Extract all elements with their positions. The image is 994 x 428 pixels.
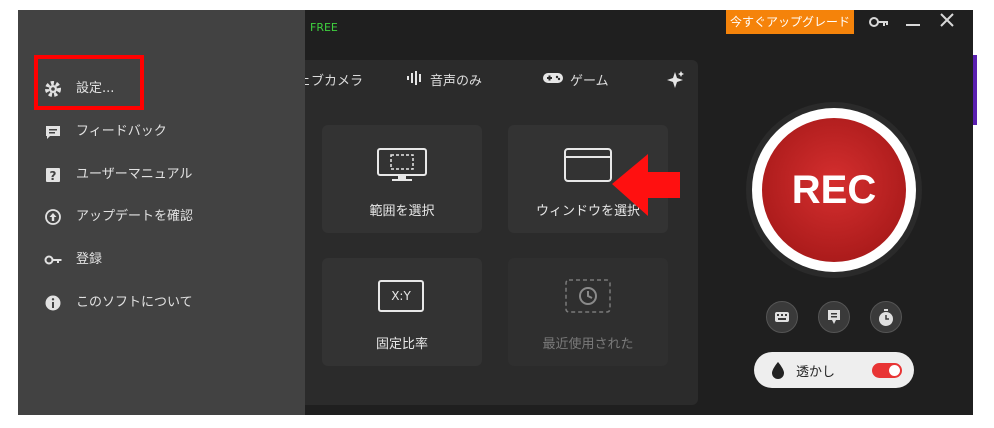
app-window: FREE 今すぐアップグレード ェブカメラ 音声のみ ゲーム 範囲を選択 ウィン… <box>18 10 973 415</box>
mode-tab-audio[interactable]: 音声のみ <box>406 70 482 89</box>
mode-tab-game[interactable]: ゲーム <box>542 70 609 89</box>
close-icon[interactable] <box>936 12 958 34</box>
region-select-icon <box>376 147 428 187</box>
capture-mode-card: ェブカメラ 音声のみ ゲーム 範囲を選択 ウィンドウを選択 X:Y 固定比率 最… <box>288 60 698 405</box>
edge-strip <box>973 55 977 125</box>
menu-item-user-manual[interactable]: ? ユーザーマニュアル <box>44 164 192 186</box>
key-icon <box>44 251 62 269</box>
annotation-arrow-icon <box>608 150 688 230</box>
sidebar-menu: 設定... フィードバック ? ユーザーマニュアル アップデートを確認 登録 こ… <box>18 10 305 415</box>
menu-item-check-update[interactable]: アップデートを確認 <box>44 206 193 228</box>
tile-recent[interactable]: 最近使用された <box>508 258 668 366</box>
tile-region-select[interactable]: 範囲を選択 <box>322 125 482 233</box>
free-badge: FREE <box>310 21 338 34</box>
mode-label: ェブカメラ <box>298 74 364 89</box>
upgrade-button[interactable]: 今すぐアップグレード <box>726 10 854 34</box>
tile-label: 固定比率 <box>375 337 428 352</box>
watermark-label: 透かし <box>796 365 836 380</box>
help-icon: ? <box>44 166 62 184</box>
keyboard-button[interactable] <box>766 301 798 333</box>
rec-button-ring: REC <box>752 108 916 272</box>
window-select-icon <box>563 147 613 187</box>
comment-icon <box>828 310 840 324</box>
feedback-icon <box>44 123 62 141</box>
menu-item-about[interactable]: このソフトについて <box>44 292 193 314</box>
watermark-toggle-bar[interactable]: 透かし <box>754 352 914 388</box>
menu-item-register[interactable]: 登録 <box>44 249 102 271</box>
watermark-toggle-switch[interactable] <box>872 363 902 378</box>
keyboard-icon <box>775 312 789 322</box>
rec-button-frame: REC <box>746 102 922 278</box>
menu-item-label: アップデートを確認 <box>76 209 194 224</box>
menu-item-label: ユーザーマニュアル <box>76 167 193 182</box>
recent-icon <box>564 278 612 318</box>
rec-button[interactable]: REC <box>762 118 906 262</box>
mode-label: 音声のみ <box>430 74 483 89</box>
settings-highlight-box <box>34 55 144 110</box>
sparkle-icon[interactable] <box>665 70 685 94</box>
key-icon[interactable] <box>868 12 890 34</box>
audio-wave-icon <box>406 71 424 89</box>
menu-item-feedback[interactable]: フィードバック <box>44 121 167 143</box>
menu-item-label: 登録 <box>76 252 103 267</box>
mode-label: ゲーム <box>570 74 609 89</box>
update-icon <box>44 208 62 226</box>
tile-fixed-ratio[interactable]: X:Y 固定比率 <box>322 258 482 366</box>
timer-button[interactable] <box>870 301 902 333</box>
stopwatch-icon <box>879 309 893 326</box>
info-icon <box>44 294 62 312</box>
fixed-ratio-icon: X:Y <box>378 280 424 312</box>
tile-label: 範囲を選択 <box>369 204 435 219</box>
tile-label: 最近使用された <box>542 337 634 352</box>
droplet-icon <box>770 361 786 383</box>
gamepad-icon <box>542 71 564 89</box>
menu-item-label: フィードバック <box>76 124 167 139</box>
menu-item-label: このソフトについて <box>76 295 193 310</box>
svg-text:?: ? <box>50 169 57 183</box>
minimize-icon[interactable] <box>902 12 924 34</box>
annotation-button[interactable] <box>818 301 850 333</box>
mode-tab-webcam[interactable]: ェブカメラ <box>298 70 363 89</box>
